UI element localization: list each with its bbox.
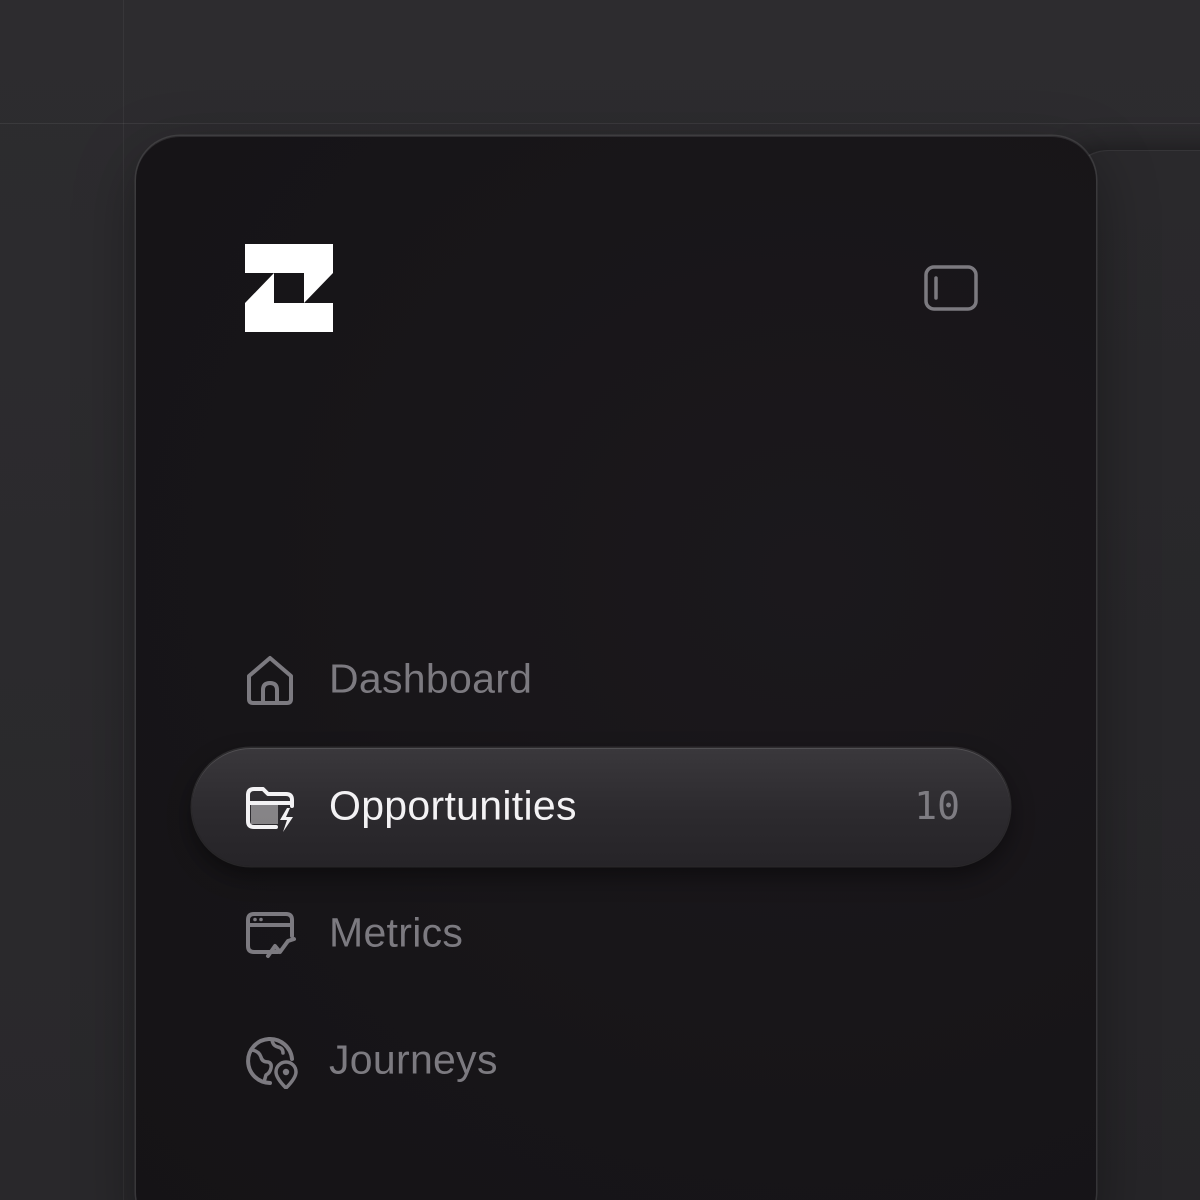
home-icon [242,652,298,708]
brand-logo-icon [245,244,333,332]
sidebar-item-journeys[interactable]: Journeys [192,1002,1010,1120]
collapse-sidebar-button[interactable] [922,262,980,314]
browser-chart-icon [242,906,298,962]
sidebar-item-metrics[interactable]: Metrics [192,875,1010,993]
guide-line-horizontal [0,123,1200,124]
sidebar-toggle-icon [924,265,978,311]
guide-line-vertical [123,0,124,1200]
sidebar-item-label: Journeys [329,1036,498,1083]
globe-pin-icon [242,1033,298,1090]
folder-bolt-icon [242,779,298,835]
sidebar-item-label: Opportunities [329,782,577,829]
sidebar-item-dashboard[interactable]: Dashboard [192,621,1010,739]
sidebar-item-label: Dashboard [329,655,533,702]
item-count-badge: 10 [914,784,960,829]
app-canvas: Dashboard Opportunities 10 Metrics Journ… [0,0,1200,1200]
sidebar-item-opportunities[interactable]: Opportunities 10 [192,748,1010,866]
sidebar-item-label: Metrics [329,909,464,956]
